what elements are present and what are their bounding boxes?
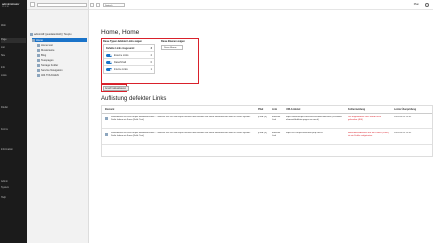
- external-label: Externe Links: [114, 53, 129, 57]
- main-content: Deutsch Plan Home, Home Diese Typen defe…: [89, 0, 433, 243]
- tree-item[interactable]: 404 TOUCHEN: [37, 73, 59, 77]
- module-help[interactable]: Help: [1, 196, 26, 201]
- language-select[interactable]: Deutsch: [103, 3, 125, 7]
- cell-path: [Pfad: ja]: [258, 116, 267, 118]
- total-row: Defekte Links insgesamt: 3: [104, 45, 154, 52]
- tree-item-label: Service Navigation: [41, 68, 63, 72]
- module-forms[interactable]: Forms: [1, 128, 26, 133]
- col-error: Fehlermeldung: [348, 108, 366, 111]
- col-element: Element: [105, 108, 115, 111]
- tree-item[interactable]: Teespages: [37, 58, 54, 62]
- module-site[interactable]: Site: [1, 54, 26, 59]
- page-tree-toolbar: [27, 0, 88, 10]
- content-element-icon: [105, 133, 108, 136]
- cell-error: Die angeforderte URL wurde nicht gefunde…: [348, 116, 381, 121]
- tree-root[interactable]: adminH€ (pusdatenfeld) | Teuplu: [30, 32, 71, 36]
- folder-icon: [37, 63, 40, 67]
- page-title: Home, Home: [101, 29, 140, 36]
- tree-item-label: 404 TOUCHEN: [41, 73, 59, 77]
- broken-links-table: Element Pfad Link URL/Linkziel Fehlermel…: [101, 105, 433, 157]
- depth-select[interactable]: Diese Ebene: [161, 45, 183, 50]
- page-icon: [37, 48, 40, 52]
- tree-item[interactable]: Blog: [37, 53, 46, 57]
- tree-item[interactable]: Storage Folder: [37, 63, 58, 67]
- module-list[interactable]: List: [1, 46, 26, 51]
- tree-item-label: Teespages: [41, 58, 54, 62]
- module-page[interactable]: Page: [1, 38, 26, 43]
- total-label: Defekte Links insgesamt:: [106, 46, 135, 50]
- filter-row-external[interactable]: Externe Links 2: [104, 52, 154, 59]
- col-path: Pfad: [258, 108, 264, 111]
- tree-item[interactable]: Service Navigation: [37, 68, 63, 72]
- app-version: 12.4.18: [2, 6, 9, 8]
- module-admin[interactable]: Admin: [1, 180, 26, 185]
- cell-checked: 2024-06-23 15:52: [394, 116, 412, 118]
- tree-item-label: Blog: [41, 53, 47, 57]
- module-menu: administrator 12.4.18 Web Page List Site…: [0, 0, 27, 243]
- tree-root-label: adminH€ (pusdatenfeld) | Teuplu: [34, 32, 72, 36]
- page-icon: [37, 43, 40, 47]
- module-information[interactable]: Information: [1, 148, 26, 153]
- cell-element: Willkommen auf Ihrer teuplu Redaktionsse…: [111, 116, 251, 121]
- page-icon: [32, 38, 35, 42]
- page-icon: [37, 53, 40, 57]
- cell-checked: 2024-06-23 15:52: [394, 132, 412, 134]
- col-url: URL/Linkziel: [286, 108, 301, 111]
- table-row[interactable]: Willkommen auf Ihrer teuplu Redaktionsse…: [102, 130, 432, 145]
- types-header: Diese Typen defekter Links zeigen: [103, 40, 142, 43]
- internal-count: 1: [150, 68, 152, 71]
- cell-element: Willkommen auf Ihrer teuplu Redaktionsse…: [111, 132, 251, 137]
- table-row[interactable]: Willkommen auf Ihrer teuplu Redaktionsse…: [102, 114, 432, 129]
- content-element-icon: [105, 117, 108, 120]
- report-title: Auflistung defekter Links: [101, 96, 167, 102]
- cell-link: Externer Link: [272, 116, 281, 121]
- help-link[interactable]: Plan: [414, 3, 419, 6]
- tree-item-label: Home test: [41, 43, 53, 47]
- tree-item-label: Musterseite: [41, 48, 55, 52]
- tree-item-home[interactable]: Home: [32, 38, 87, 42]
- module-info[interactable]: Info: [1, 66, 26, 71]
- tree-item-label: Home: [36, 38, 43, 42]
- page-icon: [37, 68, 40, 72]
- cell-link: Externer Link: [272, 132, 281, 137]
- file-label: Datei/Inhalt: [114, 60, 127, 64]
- page-tree-panel: adminH€ (pusdatenfeld) | Teuplu Home Hom…: [27, 0, 89, 243]
- page-icon: [37, 73, 40, 77]
- filter-row-internal[interactable]: Interne Links 1: [104, 66, 154, 73]
- refresh-button[interactable]: Ansicht aktualisieren: [102, 85, 129, 91]
- tree-item[interactable]: Home test: [37, 43, 53, 47]
- module-web[interactable]: Web: [1, 24, 26, 29]
- filter-icon[interactable]: [30, 2, 35, 7]
- col-link: Link: [272, 108, 277, 111]
- file-count: 0: [150, 60, 152, 64]
- module-filelist[interactable]: Filelist: [1, 106, 26, 111]
- total-count: 3: [150, 46, 152, 50]
- module-links[interactable]: Links: [1, 74, 26, 79]
- tree-search-input[interactable]: [37, 2, 87, 7]
- internal-toggle[interactable]: [106, 68, 112, 71]
- cell-url[interactable]: https://ccc.teuplu.net/news.php?id=28: [286, 132, 344, 144]
- module-system[interactable]: System: [1, 186, 26, 191]
- depth-header: Diese Ebenen zeigen: [161, 40, 185, 43]
- cell-url[interactable]: https://www.teuplu.com/service/entwickle…: [286, 116, 344, 128]
- external-count: 2: [150, 53, 152, 57]
- tree-item-label: Storage Folder: [41, 63, 59, 67]
- cell-error: Beim Aufrundweiser trat ein Fehler (cURL…: [348, 132, 390, 137]
- filter-row-file[interactable]: Datei/Inhalt 0: [104, 59, 154, 66]
- globe-icon: [30, 32, 33, 36]
- link-type-filter: Defekte Links insgesamt: 3 Externe Links…: [103, 44, 155, 74]
- internal-label: Interne Links: [114, 68, 128, 71]
- external-toggle[interactable]: [106, 53, 112, 57]
- tree-item[interactable]: Musterseite: [37, 48, 54, 52]
- link-icon[interactable]: [96, 3, 100, 7]
- cell-path: [Pfad: ja]: [258, 132, 267, 134]
- page-icon: [37, 58, 40, 62]
- gear-icon[interactable]: [425, 3, 429, 7]
- doc-header: Deutsch Plan: [89, 0, 433, 10]
- col-checked: Letzte Überprüfung: [394, 108, 417, 111]
- file-toggle[interactable]: [106, 60, 112, 64]
- view-icon[interactable]: [90, 3, 94, 7]
